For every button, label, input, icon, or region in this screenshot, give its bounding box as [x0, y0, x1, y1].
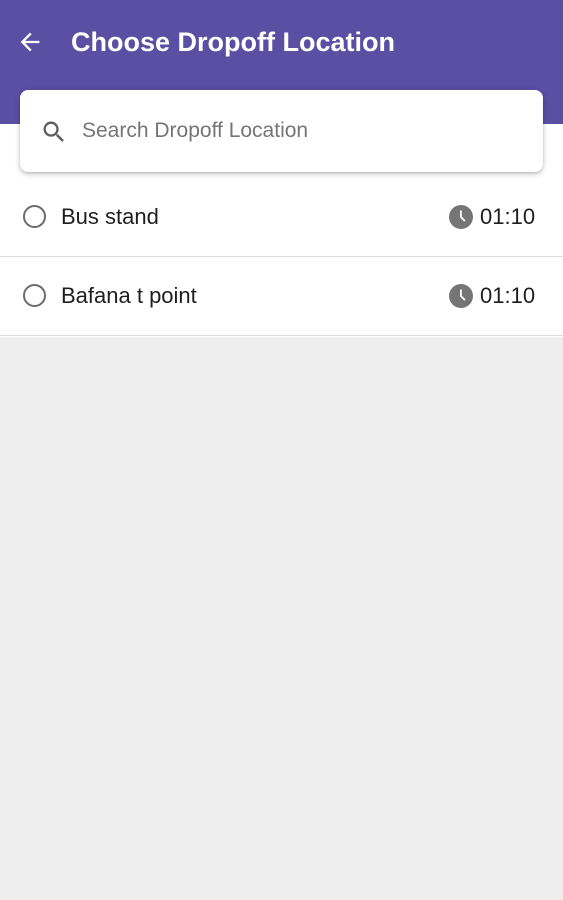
- location-item-bafana-t-point[interactable]: Bafana t point 01:10: [0, 258, 563, 336]
- search-bar: [20, 90, 543, 172]
- location-time: 01:10: [480, 204, 536, 229]
- divider: [0, 335, 563, 336]
- arrow-left-icon: [20, 32, 40, 52]
- radio-button[interactable]: [23, 205, 46, 228]
- divider: [0, 256, 563, 257]
- back-button[interactable]: [12, 24, 48, 60]
- location-name: Bafana t point: [61, 283, 197, 308]
- search-icon: [43, 121, 64, 142]
- location-time: 01:10: [480, 283, 536, 308]
- location-name: Bus stand: [61, 204, 159, 229]
- clock-icon: [449, 284, 473, 308]
- location-item-bus-stand[interactable]: Bus stand 01:10: [0, 179, 563, 257]
- search-input[interactable]: [82, 110, 522, 152]
- radio-button[interactable]: [23, 284, 46, 307]
- page-title: Choose Dropoff Location: [71, 27, 395, 57]
- clock-icon: [449, 205, 473, 229]
